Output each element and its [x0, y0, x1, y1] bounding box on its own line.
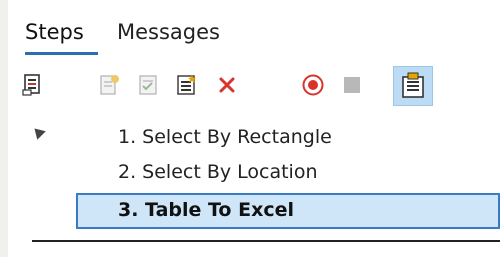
divider — [32, 240, 500, 242]
toolbar — [8, 66, 500, 110]
add-step-icon[interactable] — [97, 72, 123, 98]
table-icon[interactable] — [393, 66, 433, 106]
step-item-2[interactable]: 2. Select By Location — [118, 158, 318, 186]
tab-messages[interactable]: Messages — [117, 18, 220, 46]
stop-icon[interactable] — [339, 72, 365, 98]
edit-step-icon[interactable] — [136, 72, 162, 98]
steps-panel: Steps Messages 1. Select By Rectangle 2.… — [8, 0, 500, 257]
collapse-triangle-icon[interactable] — [30, 124, 46, 140]
record-icon[interactable] — [300, 72, 326, 98]
new-step-icon[interactable] — [174, 72, 200, 98]
step-item-1[interactable]: 1. Select By Rectangle — [118, 123, 332, 151]
model-icon[interactable] — [20, 72, 46, 98]
active-tab-indicator — [25, 52, 98, 55]
delete-icon[interactable] — [214, 72, 240, 98]
tab-steps[interactable]: Steps — [25, 18, 84, 46]
step-item-3[interactable]: 3. Table To Excel — [118, 196, 294, 224]
